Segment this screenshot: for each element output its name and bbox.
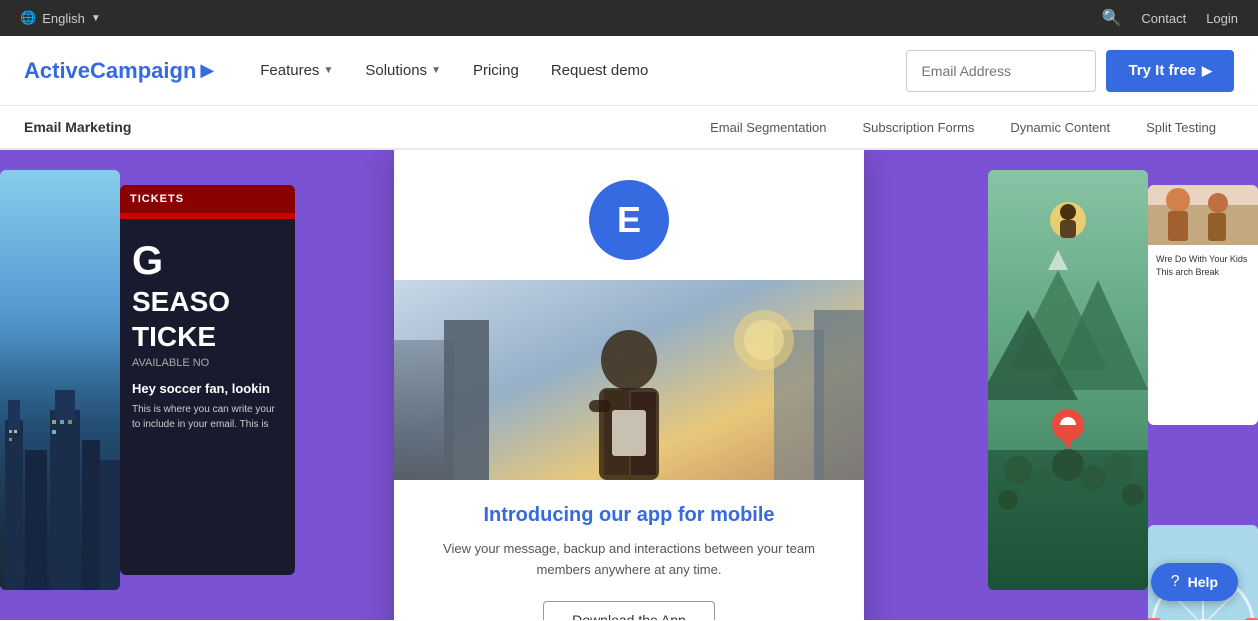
try-free-button[interactable]: Try It free ▶: [1106, 50, 1234, 92]
main-nav: ActiveCampaign ▶ Features ▼ Solutions ▼ …: [0, 36, 1258, 106]
tickets-season-text: G: [132, 239, 283, 283]
sub-nav: Email Marketing Email Segmentation Subsc…: [0, 106, 1258, 150]
sub-nav-title: Email Marketing: [24, 119, 131, 135]
tickets-season-text3: TICKE: [132, 322, 283, 353]
card-title: Introducing our app for mobile: [430, 504, 828, 527]
blog-card-text: Wre Do With Your Kids This arch Break: [1156, 253, 1250, 278]
subnav-email-segmentation[interactable]: Email Segmentation: [692, 105, 844, 149]
help-label: Help: [1188, 574, 1218, 590]
top-bar: 🌐 English ▼ 🔍 Contact Login: [0, 0, 1258, 36]
subnav-subscription-forms[interactable]: Subscription Forms: [844, 105, 992, 149]
sub-nav-links: Email Segmentation Subscription Forms Dy…: [692, 105, 1234, 149]
logo-text: ActiveCampaign: [24, 58, 196, 84]
try-free-arrow-icon: ▶: [1202, 63, 1212, 79]
app-icon: E: [589, 180, 669, 260]
tickets-body: G SEASO TICKE AVAILABLE NO Hey soccer fa…: [120, 219, 295, 444]
right-secondary-cards: Wre Do With Your Kids This arch Break: [1148, 170, 1258, 620]
logo-link[interactable]: ActiveCampaign ▶: [24, 58, 214, 84]
hero-section: TICKETS G SEASO TICKE AVAILABLE NO Hey s…: [0, 150, 1258, 620]
help-icon: ?: [1171, 573, 1180, 591]
help-widget[interactable]: ? Help: [1151, 563, 1238, 601]
subnav-dynamic-content[interactable]: Dynamic Content: [992, 105, 1128, 149]
logo-arrow-icon: ▶: [200, 60, 214, 81]
tickets-soccer: Hey soccer fan, lookin: [132, 381, 283, 396]
left-cards: TICKETS G SEASO TICKE AVAILABLE NO Hey s…: [0, 170, 295, 590]
request-demo-link[interactable]: Request demo: [537, 54, 663, 87]
download-app-button[interactable]: Download the App: [543, 601, 715, 620]
email-input[interactable]: [906, 50, 1096, 92]
pricing-link[interactable]: Pricing: [459, 54, 533, 87]
tickets-header: TICKETS: [120, 185, 295, 213]
tickets-card: TICKETS G SEASO TICKE AVAILABLE NO Hey s…: [120, 185, 295, 575]
right-cards: Wre Do With Your Kids This arch Break: [988, 170, 1258, 620]
globe-icon: 🌐: [20, 10, 36, 26]
blog-card-body: Wre Do With Your Kids This arch Break: [1148, 245, 1258, 286]
solutions-link[interactable]: Solutions ▼: [351, 54, 455, 87]
tickets-season-text2: SEASO: [132, 287, 283, 318]
nav-links: Features ▼ Solutions ▼ Pricing Request d…: [246, 54, 906, 87]
blog-card-image: [1148, 185, 1258, 245]
central-card: E: [394, 150, 864, 620]
central-card-top: E: [394, 150, 864, 280]
central-card-photo: [394, 280, 864, 480]
central-card-body: Introducing our app for mobile View your…: [394, 480, 864, 620]
try-free-label: Try It free: [1128, 62, 1196, 79]
login-link[interactable]: Login: [1206, 11, 1238, 26]
features-chevron: ▼: [323, 65, 333, 76]
card-description: View your message, backup and interactio…: [430, 539, 828, 581]
language-selector[interactable]: 🌐 English ▼: [20, 10, 101, 26]
tickets-body-text: This is where you can write your to incl…: [132, 402, 283, 432]
chevron-down-icon: ▼: [91, 13, 101, 24]
map-card: [988, 170, 1148, 590]
contact-link[interactable]: Contact: [1141, 11, 1186, 26]
tickets-available: AVAILABLE NO: [132, 357, 283, 369]
city-card: [0, 170, 120, 590]
solutions-chevron: ▼: [431, 65, 441, 76]
top-bar-right: 🔍 Contact Login: [1101, 8, 1238, 28]
cta-group: Try It free ▶: [906, 50, 1234, 92]
blog-card: Wre Do With Your Kids This arch Break: [1148, 185, 1258, 425]
search-icon[interactable]: 🔍: [1101, 8, 1121, 28]
language-label: English: [42, 11, 85, 26]
features-link[interactable]: Features ▼: [246, 54, 347, 87]
subnav-split-testing[interactable]: Split Testing: [1128, 105, 1234, 149]
